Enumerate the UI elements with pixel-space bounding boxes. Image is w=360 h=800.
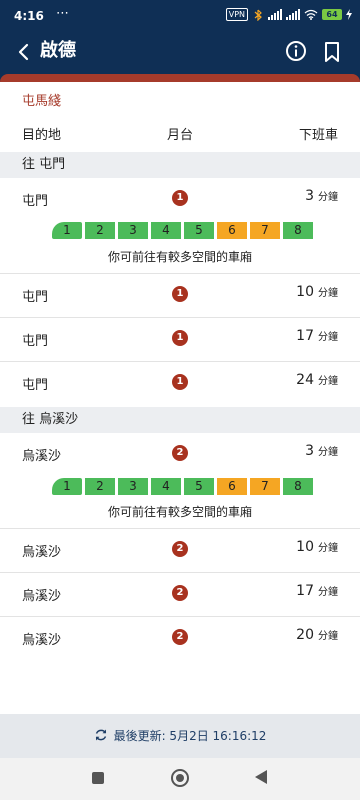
car-indicator: 4 <box>151 478 181 495</box>
column-headers: 目的地 月台 下班車 <box>0 124 360 146</box>
charging-icon <box>346 9 352 20</box>
eta-unit: 分鐘 <box>318 631 338 642</box>
vpn-icon: VPN <box>225 8 248 21</box>
train-row[interactable]: 烏溪沙 2 20 分鐘 <box>0 617 360 661</box>
eta-unit: 分鐘 <box>318 447 338 458</box>
destination: 烏溪沙 <box>22 545 62 560</box>
system-nav-bar <box>0 758 360 800</box>
car-indicator: 1 <box>52 478 82 495</box>
platform-badge: 1 <box>172 330 188 346</box>
car-occupancy: 1 2 3 4 5 6 7 8 <box>52 478 313 495</box>
eta: 3 分鐘 <box>305 443 338 459</box>
eta-unit: 分鐘 <box>318 543 338 554</box>
eta-value: 10 <box>296 284 314 300</box>
eta: 3 分鐘 <box>305 188 338 204</box>
destination: 屯門 <box>22 334 49 349</box>
car-occupancy-note: 你可前往有較多空間的車廂 <box>107 505 252 519</box>
eta-unit: 分鐘 <box>318 192 338 203</box>
car-indicator: 8 <box>283 478 313 495</box>
eta-value: 24 <box>296 372 314 388</box>
eta: 17 分鐘 <box>296 328 338 344</box>
bluetooth-off-icon <box>254 9 262 21</box>
platform-badge: 1 <box>172 374 188 390</box>
car-indicator: 8 <box>283 222 313 239</box>
column-platform: 月台 <box>166 128 193 143</box>
train-row[interactable]: 屯門 1 17 分鐘 <box>0 318 360 362</box>
car-indicator: 6 <box>217 478 247 495</box>
car-indicator: 7 <box>250 222 280 239</box>
eta: 24 分鐘 <box>296 372 338 388</box>
eta-value: 3 <box>305 443 314 459</box>
eta: 17 分鐘 <box>296 583 338 599</box>
platform-badge: 2 <box>172 629 188 645</box>
last-updated-text: 最後更新: 5月2日 16:16:12 <box>113 729 267 743</box>
car-indicator: 5 <box>184 478 214 495</box>
column-destination: 目的地 <box>22 128 62 143</box>
train-row[interactable]: 屯門 1 10 分鐘 <box>0 274 360 318</box>
eta-unit: 分鐘 <box>318 376 338 387</box>
eta-value: 3 <box>305 188 314 204</box>
eta-value: 20 <box>296 627 314 643</box>
refresh-icon[interactable] <box>94 728 108 742</box>
platform-badge: 2 <box>172 585 188 601</box>
destination: 烏溪沙 <box>22 589 62 604</box>
train-row[interactable]: 烏溪沙 2 3 分鐘 1 2 3 4 5 6 7 8 你可前往有較多空間的車廂 <box>0 433 360 529</box>
destination: 屯門 <box>22 290 49 305</box>
notification-dots: ⋯ <box>56 6 70 21</box>
destination: 烏溪沙 <box>22 633 62 648</box>
car-occupancy-note: 你可前往有較多空間的車廂 <box>107 250 252 264</box>
destination: 屯門 <box>22 378 49 393</box>
signal-icon <box>268 9 282 20</box>
eta-unit: 分鐘 <box>318 332 338 343</box>
platform-badge: 1 <box>172 190 188 206</box>
column-next-train: 下班車 <box>298 128 338 143</box>
back-arrow-icon[interactable] <box>12 40 36 64</box>
back-triangle-icon[interactable] <box>255 770 267 784</box>
train-row[interactable]: 烏溪沙 2 10 分鐘 <box>0 529 360 573</box>
car-indicator: 3 <box>118 222 148 239</box>
car-indicator: 5 <box>184 222 214 239</box>
platform-badge: 1 <box>172 286 188 302</box>
wifi-icon <box>304 9 318 20</box>
eta: 10 分鐘 <box>296 284 338 300</box>
line-accent-strip <box>0 74 360 82</box>
eta: 10 分鐘 <box>296 539 338 555</box>
eta-unit: 分鐘 <box>318 587 338 598</box>
recents-icon[interactable] <box>92 772 104 784</box>
section-heading: 往 烏溪沙 <box>0 407 360 433</box>
signal-icon-2 <box>286 9 300 20</box>
train-row[interactable]: 烏溪沙 2 17 分鐘 <box>0 573 360 617</box>
car-indicator: 4 <box>151 222 181 239</box>
bookmark-icon[interactable] <box>321 40 343 64</box>
status-time: 4:16 <box>14 9 44 23</box>
eta-value: 10 <box>296 539 314 555</box>
car-indicator: 2 <box>85 222 115 239</box>
destination: 屯門 <box>22 194 49 209</box>
platform-badge: 2 <box>172 541 188 557</box>
train-row[interactable]: 屯門 1 24 分鐘 <box>0 362 360 406</box>
line-name: 屯馬綫 <box>22 94 62 109</box>
destination: 烏溪沙 <box>22 449 62 464</box>
eta-unit: 分鐘 <box>318 288 338 299</box>
station-title: 啟德 <box>40 40 76 61</box>
car-indicator: 6 <box>217 222 247 239</box>
app-bar: 啟德 <box>0 30 360 74</box>
info-icon[interactable] <box>284 38 308 64</box>
train-row[interactable]: 屯門 1 3 分鐘 1 2 3 4 5 6 7 8 你可前往有較多空間的車廂 <box>0 178 360 274</box>
section-heading: 往 屯門 <box>0 152 360 178</box>
eta-value: 17 <box>296 583 314 599</box>
car-indicator: 1 <box>52 222 82 239</box>
status-icons: VPN 64 <box>225 8 352 21</box>
car-indicator: 2 <box>85 478 115 495</box>
car-indicator: 7 <box>250 478 280 495</box>
car-indicator: 3 <box>118 478 148 495</box>
eta: 20 分鐘 <box>296 627 338 643</box>
eta-value: 17 <box>296 328 314 344</box>
battery-icon: 64 <box>322 9 342 20</box>
platform-badge: 2 <box>172 445 188 461</box>
status-bar: 4:16 ⋯ VPN 64 <box>0 0 360 30</box>
home-icon[interactable] <box>171 769 189 787</box>
last-updated-bar[interactable]: 最後更新: 5月2日 16:16:12 <box>0 714 360 758</box>
car-occupancy: 1 2 3 4 5 6 7 8 <box>52 222 313 239</box>
